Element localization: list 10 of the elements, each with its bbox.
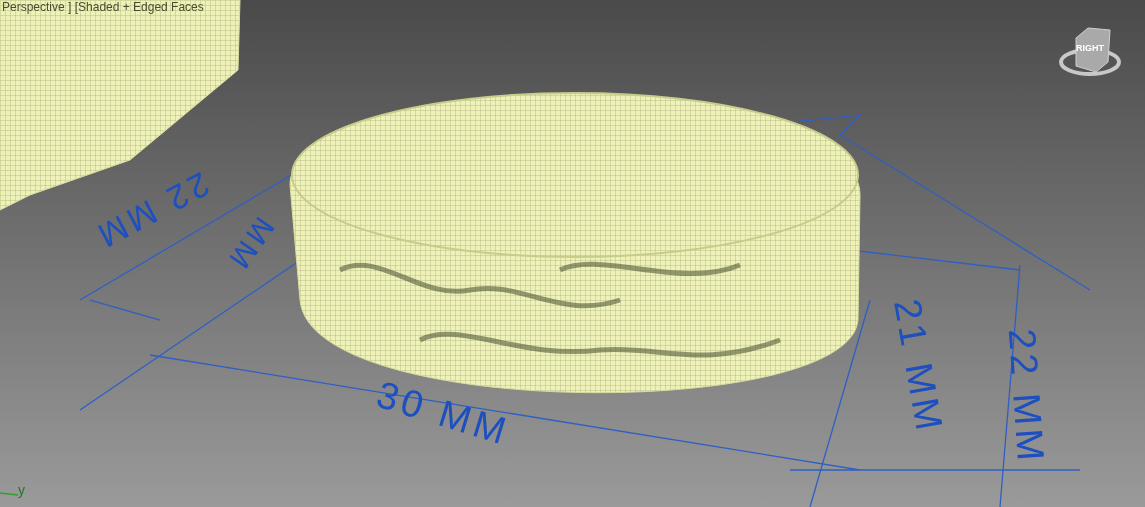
dimension-label: MM [219,210,283,280]
viewport-label[interactable]: Perspective ] [Shaded + Edged Faces [2,0,204,16]
dimension-label: 21 MM [885,294,953,439]
dimension-label: 22 MM [87,164,217,259]
axis-label: y [18,481,25,500]
dimension-label: 30 MM [371,372,516,455]
view-cube-label: RIGHT [1076,42,1104,55]
axis-drawing [0,492,19,496]
dimension-label: 22 MM [999,326,1054,467]
view-cube-icon[interactable] [1059,27,1121,76]
